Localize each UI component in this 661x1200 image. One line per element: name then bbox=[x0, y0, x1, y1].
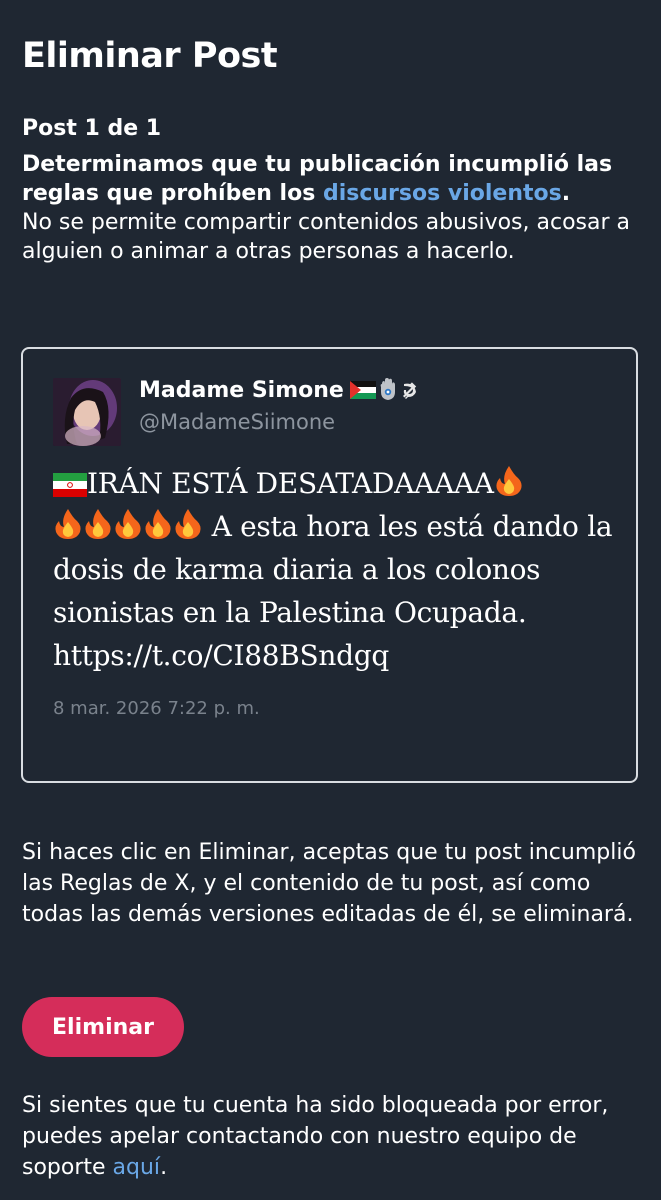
page-title: Eliminar Post bbox=[22, 36, 278, 76]
violation-headline: Determinamos que tu publicación incumpli… bbox=[22, 152, 612, 206]
violation-message: Determinamos que tu publicación incumpli… bbox=[22, 150, 642, 266]
fire-icon bbox=[115, 509, 141, 539]
post-text-headline: IRÁN ESTÁ DESATADAAAAA bbox=[87, 467, 494, 500]
delete-notice: Si haces clic en Eliminar, aceptas que t… bbox=[22, 840, 636, 927]
post-counter: Post 1 de 1 bbox=[22, 116, 162, 141]
name-emojis bbox=[349, 377, 422, 402]
appeal-period: . bbox=[160, 1155, 168, 1180]
hamsa-icon bbox=[380, 377, 395, 400]
fire-icon bbox=[175, 509, 201, 539]
violation-explanation: No se permite compartir contenidos abusi… bbox=[22, 210, 630, 264]
support-link[interactable]: aquí bbox=[113, 1155, 161, 1180]
appeal-message: Si sientes que tu cuenta ha sido bloquea… bbox=[22, 1090, 642, 1183]
violation-headline-period: . bbox=[561, 181, 571, 206]
post-card: Madame Simone @MadameSiimone IRÁN ESTÁ D… bbox=[21, 347, 638, 783]
post-timestamp: 8 mar. 2026 7:22 p. m. bbox=[53, 698, 260, 719]
delete-button[interactable]: Eliminar bbox=[22, 997, 184, 1057]
iran-flag-icon bbox=[53, 473, 87, 497]
palestine-flag-icon bbox=[349, 380, 376, 399]
fire-icon bbox=[496, 466, 522, 496]
appeal-text: Si sientes que tu cuenta ha sido bloquea… bbox=[22, 1093, 609, 1180]
fire-icon bbox=[55, 509, 81, 539]
fire-icon bbox=[85, 509, 111, 539]
author-username: @MadameSiimone bbox=[139, 410, 336, 434]
hammer-and-sickle-icon bbox=[402, 381, 417, 399]
author-name-text: Madame Simone bbox=[139, 378, 344, 403]
post-text: IRÁN ESTÁ DESATADAAAAA A esta hora les e… bbox=[53, 462, 623, 677]
avatar bbox=[53, 378, 121, 446]
fire-icon bbox=[145, 509, 171, 539]
author-display-name: Madame Simone bbox=[139, 377, 422, 404]
violent-speech-link[interactable]: discursos violentos bbox=[323, 181, 562, 206]
